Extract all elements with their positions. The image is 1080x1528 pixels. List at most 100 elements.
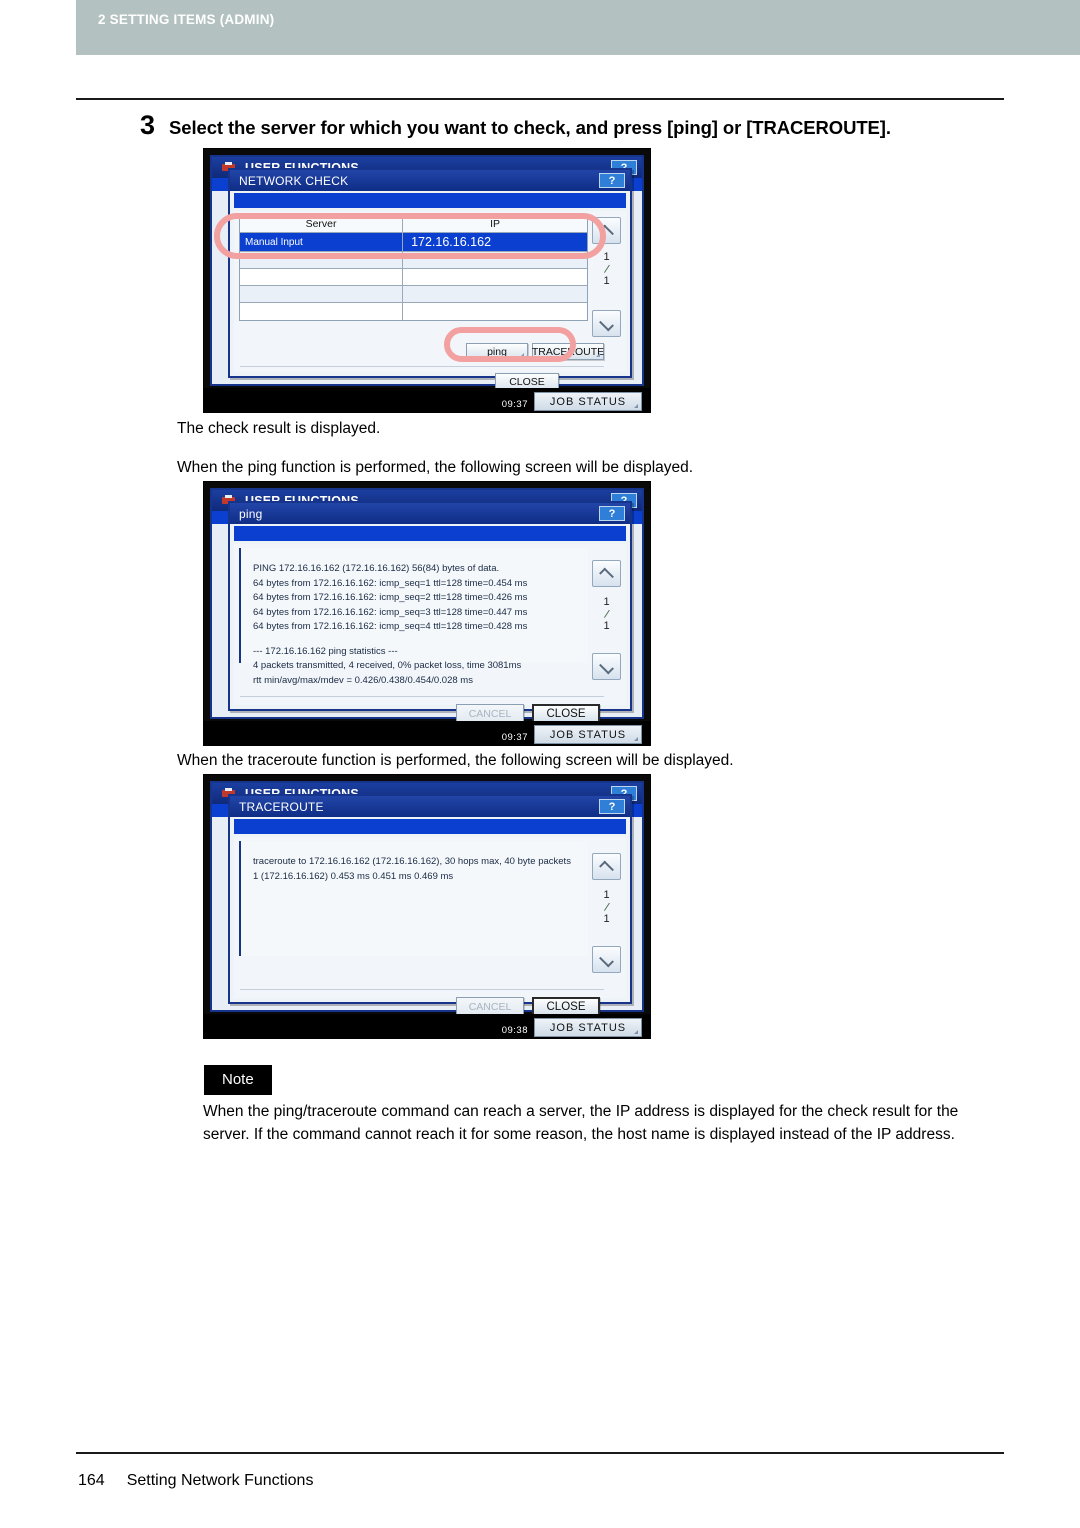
ping-button-label: ping (487, 345, 507, 358)
log-line-blank (253, 635, 588, 645)
cell-server (240, 286, 404, 302)
footer-separator (240, 366, 604, 367)
scroll-down-button[interactable] (592, 946, 621, 973)
footer-separator (240, 989, 604, 990)
log-line: PING 172.16.16.162 (172.16.16.162) 56(84… (253, 563, 500, 574)
job-status-triangle-icon (634, 404, 638, 408)
job-status-label: JOB STATUS (549, 395, 627, 408)
table-row[interactable] (240, 269, 587, 286)
chevron-up-icon (600, 570, 613, 578)
dialog-title: TRACEROUTE (239, 799, 324, 814)
dialog-blue-band (234, 819, 626, 834)
cell-server (240, 269, 404, 285)
dialog-body: traceroute to 172.16.16.162 (172.16.16.1… (234, 837, 626, 1016)
footer-title: Setting Network Functions (126, 1472, 314, 1489)
job-status-triangle-icon (634, 737, 638, 741)
scroll-up-button[interactable] (592, 217, 621, 244)
cell-ip (403, 269, 587, 285)
dialog-title-bar: NETWORK CHECK ? (230, 170, 630, 191)
dialog-title-bar: TRACEROUTE ? (230, 796, 630, 817)
running-header-band: 2 SETTING ITEMS (ADMIN) (76, 0, 1080, 55)
log-line: 64 bytes from 172.16.16.162: icmp_seq=1 … (253, 577, 528, 589)
note-text-line1: When the ping/traceroute command can rea… (203, 1103, 959, 1120)
traceroute-button-label: TRACEROUTE (531, 345, 605, 358)
step-number: 3 (140, 110, 156, 140)
cancel-button-label: CANCEL (468, 707, 512, 720)
chevron-down-icon (600, 320, 613, 328)
dialog-help-button[interactable]: ? (599, 173, 625, 188)
table-row[interactable] (240, 303, 587, 320)
dialog-help-button[interactable]: ? (599, 506, 625, 521)
traceroute-button[interactable]: TRACEROUTE (532, 343, 604, 360)
log-line: 64 bytes from 172.16.16.162: icmp_seq=4 … (253, 621, 528, 632)
ping-output-log: PING 172.16.16.162 (172.16.16.162) 56(84… (239, 548, 588, 686)
note-badge: Note (204, 1065, 272, 1095)
cell-ip (403, 303, 587, 320)
dialog-blue-band (234, 526, 626, 541)
dropdown-triangle-icon (596, 353, 600, 357)
job-status-button[interactable]: JOB STATUS (534, 725, 642, 744)
paragraph-traceroute-intro: When the traceroute function is performe… (177, 752, 734, 769)
scroll-down-button[interactable] (592, 310, 621, 337)
close-button-label: CLOSE (546, 1000, 586, 1013)
top-divider-rule (76, 98, 1004, 100)
step-instruction: Select the server for which you want to … (169, 117, 891, 138)
job-status-button[interactable]: JOB STATUS (534, 392, 642, 411)
step-heading: 3 Select the server for which you want t… (140, 112, 1020, 139)
dialog-blue-band (234, 193, 626, 208)
cell-ip (403, 252, 587, 268)
table-row[interactable] (240, 252, 587, 269)
table-header-row: Server IP (240, 216, 587, 233)
log-line: 64 bytes from 172.16.16.162: icmp_seq=3 … (253, 606, 528, 618)
page-slash: / (603, 899, 611, 914)
screenshot-ping: USER FUNCTIONS ? ping ? PING 172.16.16.1… (203, 481, 651, 746)
cell-ip (403, 286, 587, 302)
scroll-column: 1 / 1 (592, 841, 622, 994)
console-status-bar: 09:37 JOB STATUS (204, 721, 650, 745)
app-window-user-functions: USER FUNCTIONS ? TRACEROUTE ? traceroute… (210, 781, 644, 1016)
server-table: Server IP Manual Input 172.16.16.162 (239, 215, 588, 321)
ping-button[interactable]: ping (466, 343, 528, 360)
cell-server (240, 252, 404, 268)
column-header-ip: IP (490, 218, 500, 230)
job-status-triangle-icon (634, 1030, 638, 1034)
note-text-line2: server. If the command cannot reach it f… (203, 1126, 955, 1143)
chevron-down-icon (600, 956, 613, 964)
cell-server: Manual Input (240, 233, 404, 251)
log-line: traceroute to 172.16.16.162 (172.16.16.1… (253, 856, 571, 867)
dropdown-triangle-icon (520, 353, 524, 357)
log-line: rtt min/avg/max/mdev = 0.426/0.438/0.454… (253, 674, 473, 686)
clock-time: 09:37 (501, 399, 528, 410)
paragraph-check-result: The check result is displayed. (177, 420, 381, 437)
clock-time: 09:38 (501, 1025, 528, 1036)
page-slash: / (603, 261, 611, 276)
footer-separator (240, 696, 604, 697)
chevron-down-icon (600, 663, 613, 671)
page-footer: 164 Setting Network Functions (78, 1472, 313, 1490)
table-row[interactable]: Manual Input 172.16.16.162 (240, 233, 587, 252)
log-line: --- 172.16.16.162 ping statistics --- (253, 645, 398, 657)
bottom-divider-rule (76, 1452, 1004, 1454)
job-status-button[interactable]: JOB STATUS (534, 1018, 642, 1037)
clock-display: 09:37 (502, 732, 528, 743)
footer-page-number: 164 (78, 1472, 105, 1489)
clock-time: 09:37 (501, 732, 528, 743)
dialog-title-bar: ping ? (230, 503, 630, 524)
scroll-up-button[interactable] (592, 560, 621, 587)
close-button-label: CLOSE (546, 707, 586, 720)
scroll-down-button[interactable] (592, 653, 621, 680)
clock-display: 09:38 (502, 1025, 528, 1036)
traceroute-output-log: traceroute to 172.16.16.162 (172.16.16.1… (239, 841, 588, 956)
traceroute-dialog: TRACEROUTE ? traceroute to 172.16.16.162… (228, 794, 632, 1016)
dialog-body: PING 172.16.16.162 (172.16.16.162) 56(84… (234, 544, 626, 723)
column-header-server: Server (240, 216, 404, 232)
log-line: 4 packets transmitted, 4 received, 0% pa… (253, 660, 522, 671)
app-window-user-functions: USER FUNCTIONS ? NETWORK CHECK ? Server … (210, 155, 644, 391)
screenshot-traceroute: USER FUNCTIONS ? TRACEROUTE ? traceroute… (203, 774, 651, 1039)
dialog-help-button[interactable]: ? (599, 799, 625, 814)
dialog-body: Server IP Manual Input 172.16.16.162 1 /… (234, 211, 626, 391)
paragraph-ping-intro: When the ping function is performed, the… (177, 459, 694, 476)
table-row[interactable] (240, 286, 587, 303)
scroll-up-button[interactable] (592, 853, 621, 880)
cancel-button-label: CANCEL (468, 1000, 512, 1013)
